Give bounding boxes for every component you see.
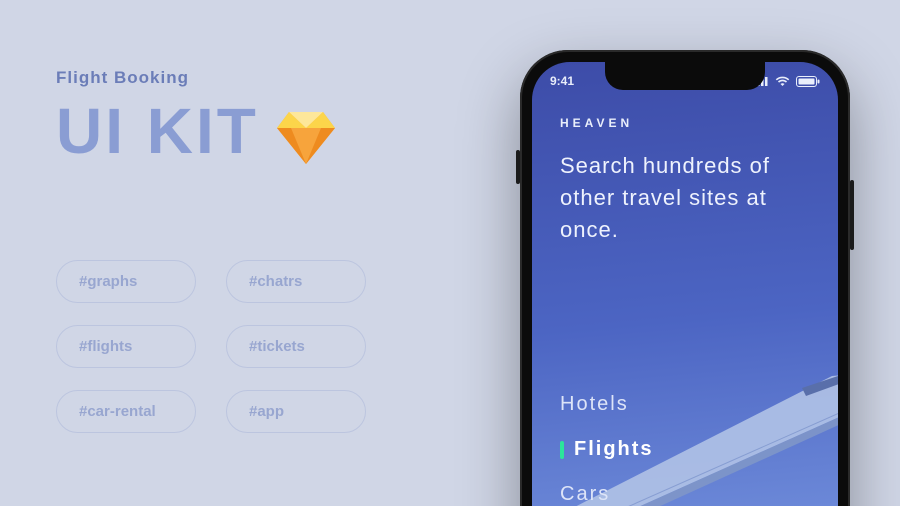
tag-row: #graphs #chatrs — [56, 260, 456, 303]
tag-row: #flights #tickets — [56, 325, 456, 368]
promo-title: UI KIT — [56, 94, 259, 168]
category-flights[interactable]: Flights — [560, 438, 654, 461]
sketch-icon — [277, 105, 335, 157]
category-label: Flights — [574, 438, 654, 461]
category-cars[interactable]: Cars — [560, 483, 654, 506]
promo-title-row: UI KIT — [56, 94, 456, 168]
promo-heading-block: Flight Booking UI KIT — [56, 68, 456, 168]
phone-frame: 9:41 — [520, 50, 850, 506]
promo-subtitle: Flight Booking — [56, 68, 456, 88]
tag-graphs[interactable]: #graphs — [56, 260, 196, 303]
category-label: Cars — [560, 483, 610, 506]
active-marker-icon — [560, 441, 564, 459]
wifi-icon — [775, 76, 790, 87]
category-hotels[interactable]: Hotels — [560, 393, 654, 416]
phone-screen: 9:41 — [532, 62, 838, 506]
tag-car-rental[interactable]: #car-rental — [56, 390, 196, 433]
status-time: 9:41 — [550, 74, 574, 88]
category-list: Hotels Flights Cars — [560, 393, 654, 506]
tag-chatrs[interactable]: #chatrs — [226, 260, 366, 303]
tag-row: #car-rental #app — [56, 390, 456, 433]
tag-flights[interactable]: #flights — [56, 325, 196, 368]
tag-tickets[interactable]: #tickets — [226, 325, 366, 368]
tag-grid: #graphs #chatrs #flights #tickets #car-r… — [56, 260, 456, 455]
category-label: Hotels — [560, 393, 629, 416]
phone-notch — [605, 62, 765, 90]
app-brand: HEAVEN — [560, 116, 810, 130]
app-headline: Search hundreds of other travel sites at… — [560, 150, 810, 246]
tag-app[interactable]: #app — [226, 390, 366, 433]
battery-icon — [796, 76, 820, 87]
